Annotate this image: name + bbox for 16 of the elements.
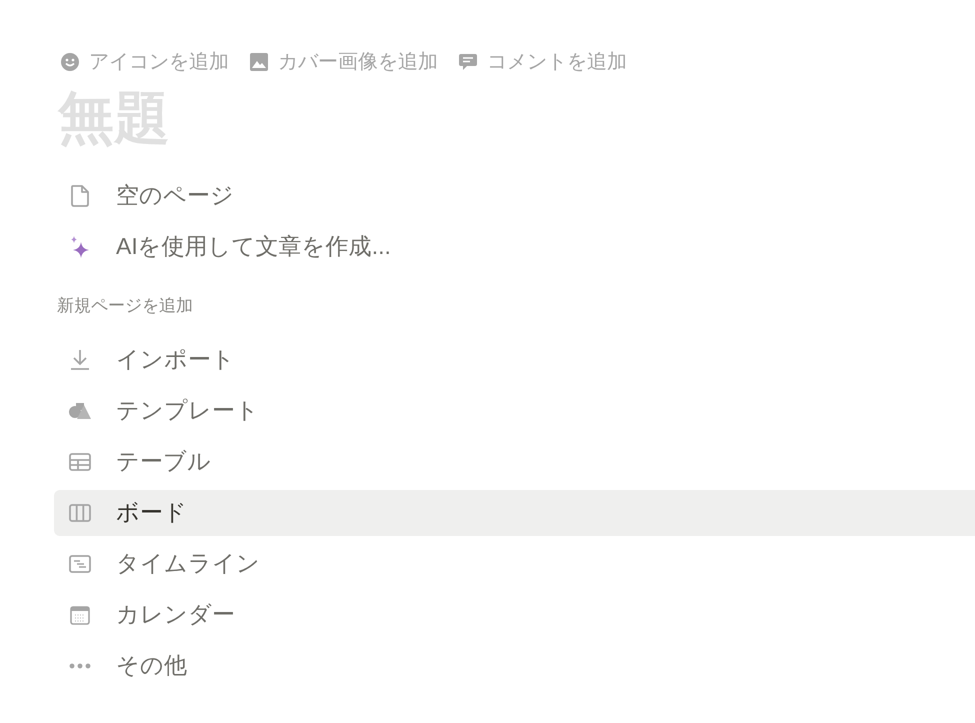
menu-item[interactable]: AIを使用して文章を作成... (54, 224, 975, 270)
menu-item[interactable]: タイムライン (54, 540, 975, 587)
smiley-icon (60, 52, 80, 72)
menu-item[interactable]: テンプレート (54, 388, 975, 434)
comment-icon (458, 52, 478, 72)
section-label: 新規ページを追加 (57, 294, 194, 317)
menu-item[interactable]: ボード (54, 490, 975, 536)
menu-item[interactable]: 空のページ (54, 172, 975, 219)
menu-item[interactable]: その他 (54, 642, 975, 689)
more-icon (68, 662, 92, 669)
menu-item[interactable]: インポート (54, 336, 975, 383)
menu-item[interactable]: カレンダー (54, 592, 975, 638)
menu-item[interactable]: テーブル (54, 438, 975, 485)
image-icon (249, 52, 269, 72)
download-icon (68, 348, 92, 372)
document-icon (68, 184, 92, 208)
